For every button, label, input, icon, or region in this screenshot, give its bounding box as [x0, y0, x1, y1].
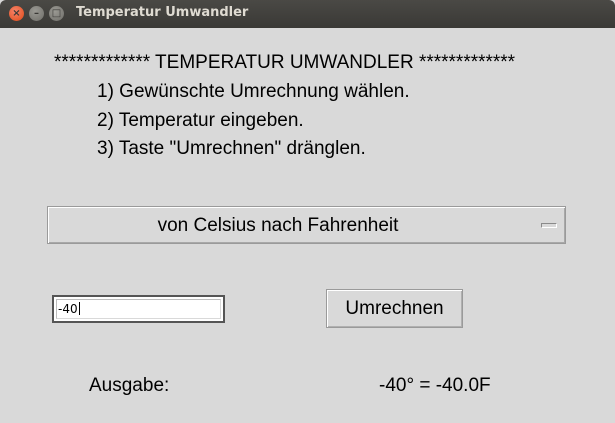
app-heading: ************* TEMPERATUR UMWANDLER *****… — [54, 52, 516, 73]
output-label: Ausgabe: — [89, 375, 170, 396]
title-bar: × – □ Temperatur Umwandler — [0, 0, 615, 28]
output-value: -40° = -40.0F — [379, 375, 491, 396]
instruction-step-2: 2) Temperatur eingeben. — [97, 110, 304, 131]
conversion-select-value: von Celsius nach Fahrenheit — [157, 215, 399, 236]
maximize-icon: □ — [51, 8, 62, 19]
maximize-window-button[interactable]: □ — [49, 6, 64, 21]
minimize-icon: – — [34, 8, 39, 19]
app-window: × – □ Temperatur Umwandler *************… — [0, 0, 615, 423]
temperature-input[interactable]: -40 — [52, 295, 225, 323]
temperature-input-text: -40 — [58, 302, 80, 316]
conversion-select[interactable]: von Celsius nach Fahrenheit — [47, 206, 566, 244]
dropdown-indicator-icon — [541, 223, 557, 228]
convert-button[interactable]: Umrechnen — [326, 289, 463, 328]
text-caret — [78, 302, 80, 315]
instruction-step-1: 1) Gewünschte Umrechnung wählen. — [97, 81, 410, 102]
close-icon: × — [12, 8, 21, 19]
minimize-window-button[interactable]: – — [29, 6, 44, 21]
temperature-input-value: -40 — [58, 302, 78, 316]
window-title: Temperatur Umwandler — [76, 5, 249, 20]
temperature-input-inner — [56, 299, 221, 319]
close-window-button[interactable]: × — [9, 6, 24, 21]
instruction-step-3: 3) Taste "Umrechnen" dränglen. — [97, 138, 366, 159]
